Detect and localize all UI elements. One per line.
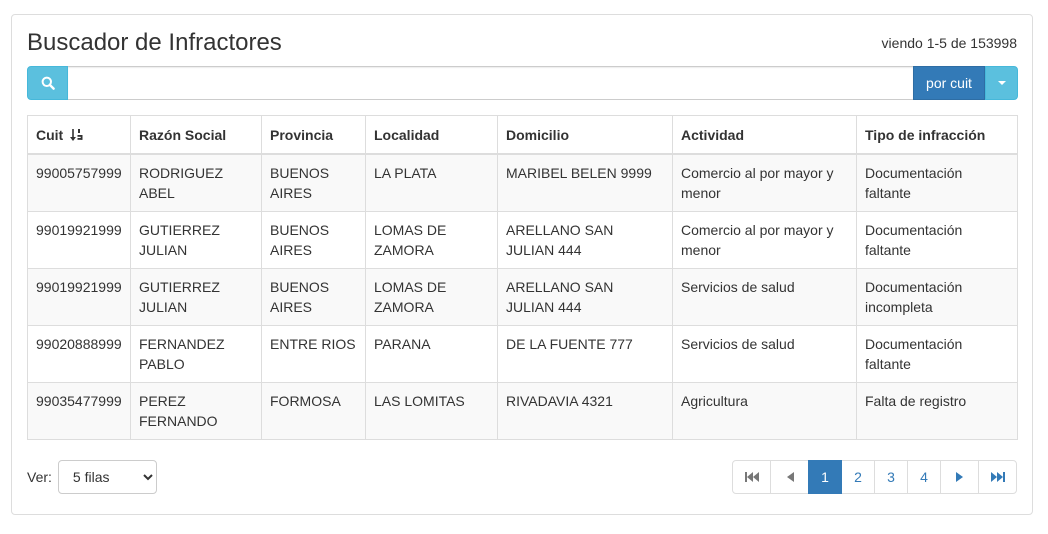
rows-per-page-select[interactable]: 5 filas — [57, 460, 157, 494]
cell-domicilio: DE LA FUENTE 777 — [497, 325, 673, 383]
next-page-button[interactable] — [940, 460, 979, 494]
results-count: viendo 1-5 de 153998 — [881, 35, 1017, 51]
table-header-row: Cuit Razón Social Provincia Localidad Do… — [27, 115, 1018, 155]
page-4-button[interactable]: 4 — [907, 460, 941, 494]
column-header-provincia[interactable]: Provincia — [261, 115, 366, 155]
rows-per-page: Ver: 5 filas — [27, 460, 157, 494]
last-page-icon — [990, 472, 1005, 482]
cell-actividad: Comercio al por mayor y menor — [672, 211, 857, 269]
cell-cuit: 99035477999 — [27, 382, 131, 440]
cell-tipo-infraccion: Falta de registro — [856, 382, 1018, 440]
cell-cuit: 99019921999 — [27, 211, 131, 269]
cell-localidad: LAS LOMITAS — [365, 382, 498, 440]
infractores-table: Cuit Razón Social Provincia Localidad Do… — [27, 115, 1018, 440]
column-header-razon-social[interactable]: Razón Social — [130, 115, 262, 155]
column-header-tipo-infraccion[interactable]: Tipo de infracción — [856, 115, 1018, 155]
cell-actividad: Agricultura — [672, 382, 857, 440]
page-1-button[interactable]: 1 — [808, 460, 842, 494]
pagination: 1 2 3 4 — [732, 460, 1017, 494]
cell-localidad: PARANA — [365, 325, 498, 383]
cell-actividad: Servicios de salud — [672, 268, 857, 326]
cell-localidad: LA PLATA — [365, 153, 498, 212]
page-2-button[interactable]: 2 — [841, 460, 875, 494]
search-bar: por cuit — [27, 66, 1018, 100]
caret-down-icon — [997, 81, 1006, 85]
table-row[interactable]: 99019921999 GUTIERREZ JULIAN BUENOS AIRE… — [27, 211, 1018, 269]
infractores-panel: Buscador de Infractores viendo 1-5 de 15… — [11, 14, 1033, 515]
page-3-button[interactable]: 3 — [874, 460, 908, 494]
table-row[interactable]: 99035477999 PEREZ FERNANDO FORMOSA LAS L… — [27, 382, 1018, 440]
cell-domicilio: RIVADAVIA 4321 — [497, 382, 673, 440]
cell-provincia: FORMOSA — [261, 382, 366, 440]
cell-razon-social: GUTIERREZ JULIAN — [130, 211, 262, 269]
cell-razon-social: RODRIGUEZ ABEL — [130, 153, 262, 212]
cell-tipo-infraccion: Documentación faltante — [856, 153, 1018, 212]
search-button[interactable] — [27, 66, 68, 100]
cell-tipo-infraccion: Documentación faltante — [856, 211, 1018, 269]
cell-localidad: LOMAS DE ZAMORA — [365, 268, 498, 326]
sort-numeric-asc-icon — [70, 129, 83, 141]
cell-actividad: Comercio al por mayor y menor — [672, 153, 857, 212]
first-page-button[interactable] — [732, 460, 771, 494]
column-header-actividad[interactable]: Actividad — [672, 115, 857, 155]
cell-razon-social: GUTIERREZ JULIAN — [130, 268, 262, 326]
cell-provincia: BUENOS AIRES — [261, 211, 366, 269]
search-input[interactable] — [68, 66, 913, 100]
cell-domicilio: ARELLANO SAN JULIAN 444 — [497, 211, 673, 269]
cell-cuit: 99019921999 — [27, 268, 131, 326]
cell-cuit: 99020888999 — [27, 325, 131, 383]
cell-provincia: BUENOS AIRES — [261, 268, 366, 326]
column-header-cuit[interactable]: Cuit — [27, 115, 131, 155]
column-header-domicilio[interactable]: Domicilio — [497, 115, 673, 155]
table-row[interactable]: 99019921999 GUTIERREZ JULIAN BUENOS AIRE… — [27, 268, 1018, 326]
cell-provincia: BUENOS AIRES — [261, 153, 366, 212]
prev-page-icon — [786, 472, 794, 482]
rows-per-page-label: Ver: — [27, 469, 52, 485]
filter-dropdown-toggle[interactable] — [985, 66, 1018, 100]
cell-razon-social: FERNANDEZ PABLO — [130, 325, 262, 383]
page-title: Buscador de Infractores — [27, 29, 282, 56]
filter-field-button[interactable]: por cuit — [913, 66, 985, 100]
next-page-icon — [955, 472, 963, 482]
cell-razon-social: PEREZ FERNANDO — [130, 382, 262, 440]
cell-cuit: 99005757999 — [27, 153, 131, 212]
first-page-icon — [744, 472, 759, 482]
prev-page-button[interactable] — [770, 460, 809, 494]
table-row[interactable]: 99005757999 RODRIGUEZ ABEL BUENOS AIRES … — [27, 153, 1018, 212]
cell-localidad: LOMAS DE ZAMORA — [365, 211, 498, 269]
cell-domicilio: ARELLANO SAN JULIAN 444 — [497, 268, 673, 326]
last-page-button[interactable] — [978, 460, 1017, 494]
cell-actividad: Servicios de salud — [672, 325, 857, 383]
cell-tipo-infraccion: Documentación faltante — [856, 325, 1018, 383]
cell-provincia: ENTRE RIOS — [261, 325, 366, 383]
table-row[interactable]: 99020888999 FERNANDEZ PABLO ENTRE RIOS P… — [27, 325, 1018, 383]
cell-tipo-infraccion: Documentación incompleta — [856, 268, 1018, 326]
column-header-localidad[interactable]: Localidad — [365, 115, 498, 155]
cell-domicilio: MARIBEL BELEN 9999 — [497, 153, 673, 212]
search-icon — [41, 76, 55, 90]
